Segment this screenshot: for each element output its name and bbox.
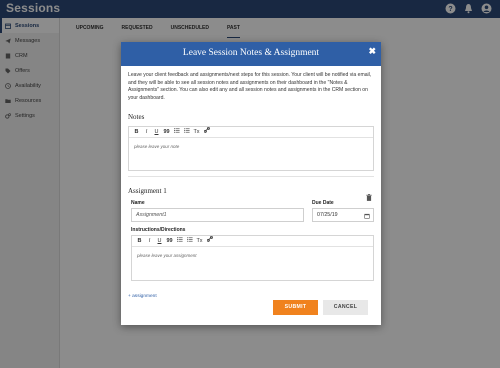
bold-button[interactable]: B xyxy=(136,236,143,247)
instructions-editor[interactable]: B I U 99 Tx please leave your assignment xyxy=(131,235,374,281)
bullet-list-icon[interactable] xyxy=(173,127,180,138)
assignment-heading: Assignment 1 xyxy=(128,187,167,195)
bullet-list-icon[interactable] xyxy=(176,236,183,247)
link-icon[interactable] xyxy=(203,126,210,138)
due-date-label: Due Date xyxy=(312,200,334,206)
section-divider xyxy=(128,176,374,177)
calendar-picker-icon[interactable] xyxy=(364,212,370,219)
quote-button[interactable]: 99 xyxy=(163,127,170,138)
notes-editor[interactable]: B I U 99 Tx please leave your note xyxy=(128,126,374,171)
session-notes-modal: Leave Session Notes & Assignment ✖ Leave… xyxy=(121,42,381,325)
notes-placeholder: please leave your note xyxy=(134,144,180,149)
name-label: Name xyxy=(131,200,145,206)
numbered-list-icon[interactable] xyxy=(183,127,190,138)
notes-toolbar: B I U 99 Tx xyxy=(129,126,373,138)
trash-icon[interactable] xyxy=(366,188,372,201)
modal-title: Leave Session Notes & Assignment xyxy=(182,48,320,58)
link-icon[interactable] xyxy=(206,235,213,247)
due-date-value: 07/25/19 xyxy=(317,212,338,218)
modal-header: Leave Session Notes & Assignment ✖ xyxy=(121,42,381,66)
bold-button[interactable]: B xyxy=(133,127,140,138)
add-assignment-link[interactable]: + assignment xyxy=(128,294,157,299)
clear-format-button[interactable]: Tx xyxy=(196,236,203,247)
underline-button[interactable]: U xyxy=(156,236,163,247)
due-date-input[interactable]: 07/25/19 xyxy=(312,208,374,222)
italic-button[interactable]: I xyxy=(146,236,153,247)
underline-button[interactable]: U xyxy=(153,127,160,138)
instructions-label: Instructions/Directions xyxy=(131,227,186,233)
submit-button[interactable]: SUBMIT xyxy=(273,300,318,315)
close-icon[interactable]: ✖ xyxy=(368,46,376,57)
notes-heading: Notes xyxy=(128,113,145,121)
assignment-name-input[interactable]: Assignment1 xyxy=(131,208,304,222)
clear-format-button[interactable]: Tx xyxy=(193,127,200,138)
italic-button[interactable]: I xyxy=(143,127,150,138)
quote-button[interactable]: 99 xyxy=(166,236,173,247)
numbered-list-icon[interactable] xyxy=(186,236,193,247)
modal-intro-text: Leave your client feedback and assignmen… xyxy=(128,72,372,101)
instructions-placeholder: please leave your assignment xyxy=(137,253,197,258)
cancel-button[interactable]: CANCEL xyxy=(323,300,368,315)
instructions-toolbar: B I U 99 Tx xyxy=(132,235,373,247)
